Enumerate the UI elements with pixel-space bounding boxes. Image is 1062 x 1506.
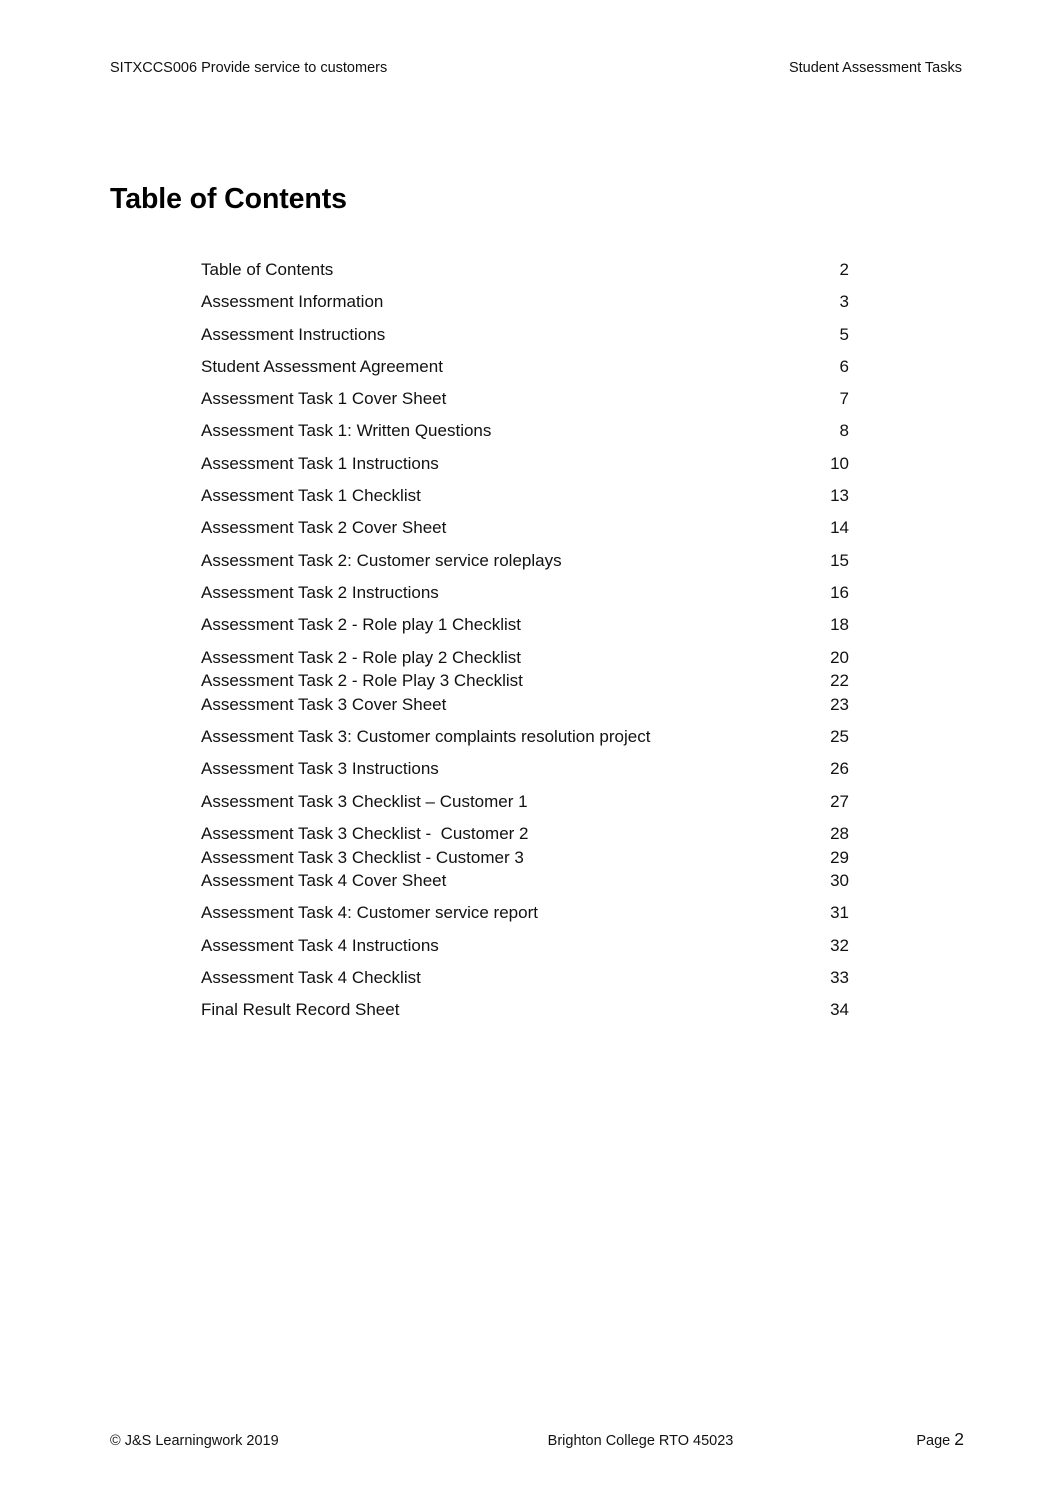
toc-entry[interactable]: Assessment Task 1 Checklist 13 bbox=[201, 487, 849, 504]
table-of-contents-list: Table of Contents 2 Assessment Information… bbox=[201, 261, 849, 1034]
toc-entry[interactable]: Student Assessment Agreement 6 bbox=[201, 358, 849, 375]
toc-entry[interactable]: Assessment Task 1: Written Questions 8 bbox=[201, 422, 849, 439]
toc-entry-label: Assessment Task 2 - Role play 1 Checklis… bbox=[201, 615, 521, 635]
toc-entry-page-number: 6 bbox=[839, 356, 849, 376]
toc-entry[interactable]: Assessment Task 4 Checklist 33 bbox=[201, 969, 849, 986]
toc-entry[interactable]: Assessment Task 2 - Role Play 3 Checklis… bbox=[201, 672, 849, 689]
toc-entry-label: Assessment Instructions bbox=[201, 324, 386, 344]
toc-entry[interactable]: Assessment Task 2 - Role play 2 Checklis… bbox=[201, 649, 849, 666]
toc-entry-page-number: 32 bbox=[830, 935, 849, 955]
toc-entry-label: Assessment Task 2 - Role Play 3 Checklis… bbox=[201, 671, 523, 691]
toc-entry-label: Assessment Task 1 Cover Sheet bbox=[201, 389, 447, 409]
toc-entry-page-number: 30 bbox=[830, 871, 849, 891]
toc-entry[interactable]: Assessment Task 4 Instructions 32 bbox=[201, 937, 849, 954]
toc-entry-label: Assessment Task 3 Cover Sheet bbox=[201, 694, 447, 714]
toc-entry[interactable]: Assessment Task 2 Instructions 16 bbox=[201, 584, 849, 601]
toc-entry-label: Assessment Task 3 Checklist - Customer 3 bbox=[201, 847, 524, 867]
toc-entry-page-number: 5 bbox=[839, 324, 849, 344]
toc-entry[interactable]: Assessment Task 1 Instructions 10 bbox=[201, 455, 849, 472]
footer-page-label: Page bbox=[916, 1433, 955, 1449]
toc-entry-label: Assessment Information bbox=[201, 292, 384, 312]
footer-organisation: Brighton College RTO 45023 bbox=[547, 1433, 734, 1449]
toc-entry-label: Assessment Task 3 Instructions bbox=[201, 759, 439, 779]
toc-entry-label: Assessment Task 3 Checklist – Customer 1 bbox=[201, 791, 528, 811]
toc-entry-page-number: 20 bbox=[830, 647, 849, 667]
toc-entry-label: Assessment Task 4 Checklist bbox=[201, 968, 421, 988]
toc-entry-label: Assessment Task 1: Written Questions bbox=[201, 421, 492, 441]
toc-entry-page-number: 22 bbox=[830, 671, 849, 691]
toc-entry-page-number: 8 bbox=[839, 421, 849, 441]
toc-entry-page-number: 27 bbox=[830, 791, 849, 811]
toc-entry-page-number: 23 bbox=[830, 694, 849, 714]
toc-entry-label: Student Assessment Agreement bbox=[201, 356, 443, 376]
toc-entry-label: Assessment Task 4 Instructions bbox=[201, 935, 439, 955]
toc-entry-label: Assessment Task 2: Customer service role… bbox=[201, 550, 562, 570]
toc-entry-label: Assessment Task 3: Customer complaints r… bbox=[201, 727, 651, 747]
toc-entry-page-number: 25 bbox=[830, 727, 849, 747]
page-title: Table of Contents bbox=[110, 183, 347, 216]
toc-entry[interactable]: Assessment Task 3 Checklist – Customer 1… bbox=[201, 793, 849, 810]
toc-entry-page-number: 14 bbox=[830, 518, 849, 538]
document-footer: © J&S Learningwork 2019 Brighton College… bbox=[110, 1429, 964, 1450]
toc-entry[interactable]: Assessment Task 4 Cover Sheet 30 bbox=[201, 872, 849, 889]
toc-entry[interactable]: Assessment Task 2 Cover Sheet 14 bbox=[201, 519, 849, 536]
toc-entry-label: Final Result Record Sheet bbox=[201, 1000, 400, 1020]
toc-entry-page-number: 29 bbox=[830, 847, 849, 867]
toc-entry[interactable]: Assessment Task 2 - Role play 1 Checklis… bbox=[201, 616, 849, 633]
toc-entry-page-number: 10 bbox=[830, 453, 849, 473]
toc-entry-page-number: 16 bbox=[830, 582, 849, 602]
toc-entry[interactable]: Assessment Task 3 Checklist - Customer 3… bbox=[201, 849, 849, 866]
toc-entry-page-number: 3 bbox=[839, 292, 849, 312]
toc-entry-label: Assessment Task 2 Cover Sheet bbox=[201, 518, 447, 538]
footer-page-indicator: Page 2 bbox=[916, 1429, 964, 1450]
toc-entry-page-number: 15 bbox=[830, 550, 849, 570]
toc-entry-page-number: 7 bbox=[839, 389, 849, 409]
toc-entry-label: Assessment Task 1 Instructions bbox=[201, 453, 439, 473]
toc-entry-label: Assessment Task 3 Checklist - Customer 2 bbox=[201, 823, 529, 843]
toc-entry[interactable]: Assessment Instructions 5 bbox=[201, 326, 849, 343]
document-header: SITXCCS006 Provide service to customers … bbox=[110, 60, 962, 77]
toc-entry-page-number: 13 bbox=[830, 486, 849, 506]
toc-entry-page-number: 18 bbox=[830, 615, 849, 635]
toc-entry-page-number: 28 bbox=[830, 823, 849, 843]
toc-entry[interactable]: Final Result Record Sheet 34 bbox=[201, 1001, 849, 1018]
toc-entry-label: Assessment Task 1 Checklist bbox=[201, 486, 421, 506]
document-page: SITXCCS006 Provide service to customers … bbox=[0, 0, 1062, 1506]
toc-entry[interactable]: Assessment Task 4: Customer service repo… bbox=[201, 904, 849, 921]
toc-entry[interactable]: Assessment Task 3 Instructions 26 bbox=[201, 760, 849, 777]
header-unit-code: SITXCCS006 Provide service to customers bbox=[110, 60, 388, 76]
toc-entry-label: Table of Contents bbox=[201, 260, 334, 279]
footer-copyright: © J&S Learningwork 2019 bbox=[110, 1433, 279, 1449]
footer-page-number: 2 bbox=[954, 1429, 964, 1449]
toc-entry-label: Assessment Task 4: Customer service repo… bbox=[201, 903, 538, 923]
toc-entry-label: Assessment Task 2 - Role play 2 Checklis… bbox=[201, 647, 521, 667]
header-document-type: Student Assessment Tasks bbox=[788, 60, 962, 76]
toc-entry[interactable]: Assessment Task 1 Cover Sheet 7 bbox=[201, 390, 849, 407]
toc-entry-page-number: 26 bbox=[830, 759, 849, 779]
toc-entry-page-number: 31 bbox=[830, 903, 849, 923]
toc-entry-page-number: 2 bbox=[839, 260, 849, 279]
toc-entry-page-number: 34 bbox=[830, 1000, 849, 1020]
toc-entry[interactable]: Assessment Task 3 Checklist - Customer 2… bbox=[201, 825, 849, 842]
toc-entry[interactable]: Table of Contents 2 bbox=[201, 261, 849, 278]
toc-entry-label: Assessment Task 4 Cover Sheet bbox=[201, 871, 447, 891]
toc-entry[interactable]: Assessment Task 3 Cover Sheet 23 bbox=[201, 696, 849, 713]
toc-entry-page-number: 33 bbox=[830, 968, 849, 988]
toc-entry-label: Assessment Task 2 Instructions bbox=[201, 582, 439, 602]
toc-entry[interactable]: Assessment Information 3 bbox=[201, 293, 849, 310]
toc-entry[interactable]: Assessment Task 2: Customer service role… bbox=[201, 552, 849, 569]
toc-entry[interactable]: Assessment Task 3: Customer complaints r… bbox=[201, 728, 849, 745]
